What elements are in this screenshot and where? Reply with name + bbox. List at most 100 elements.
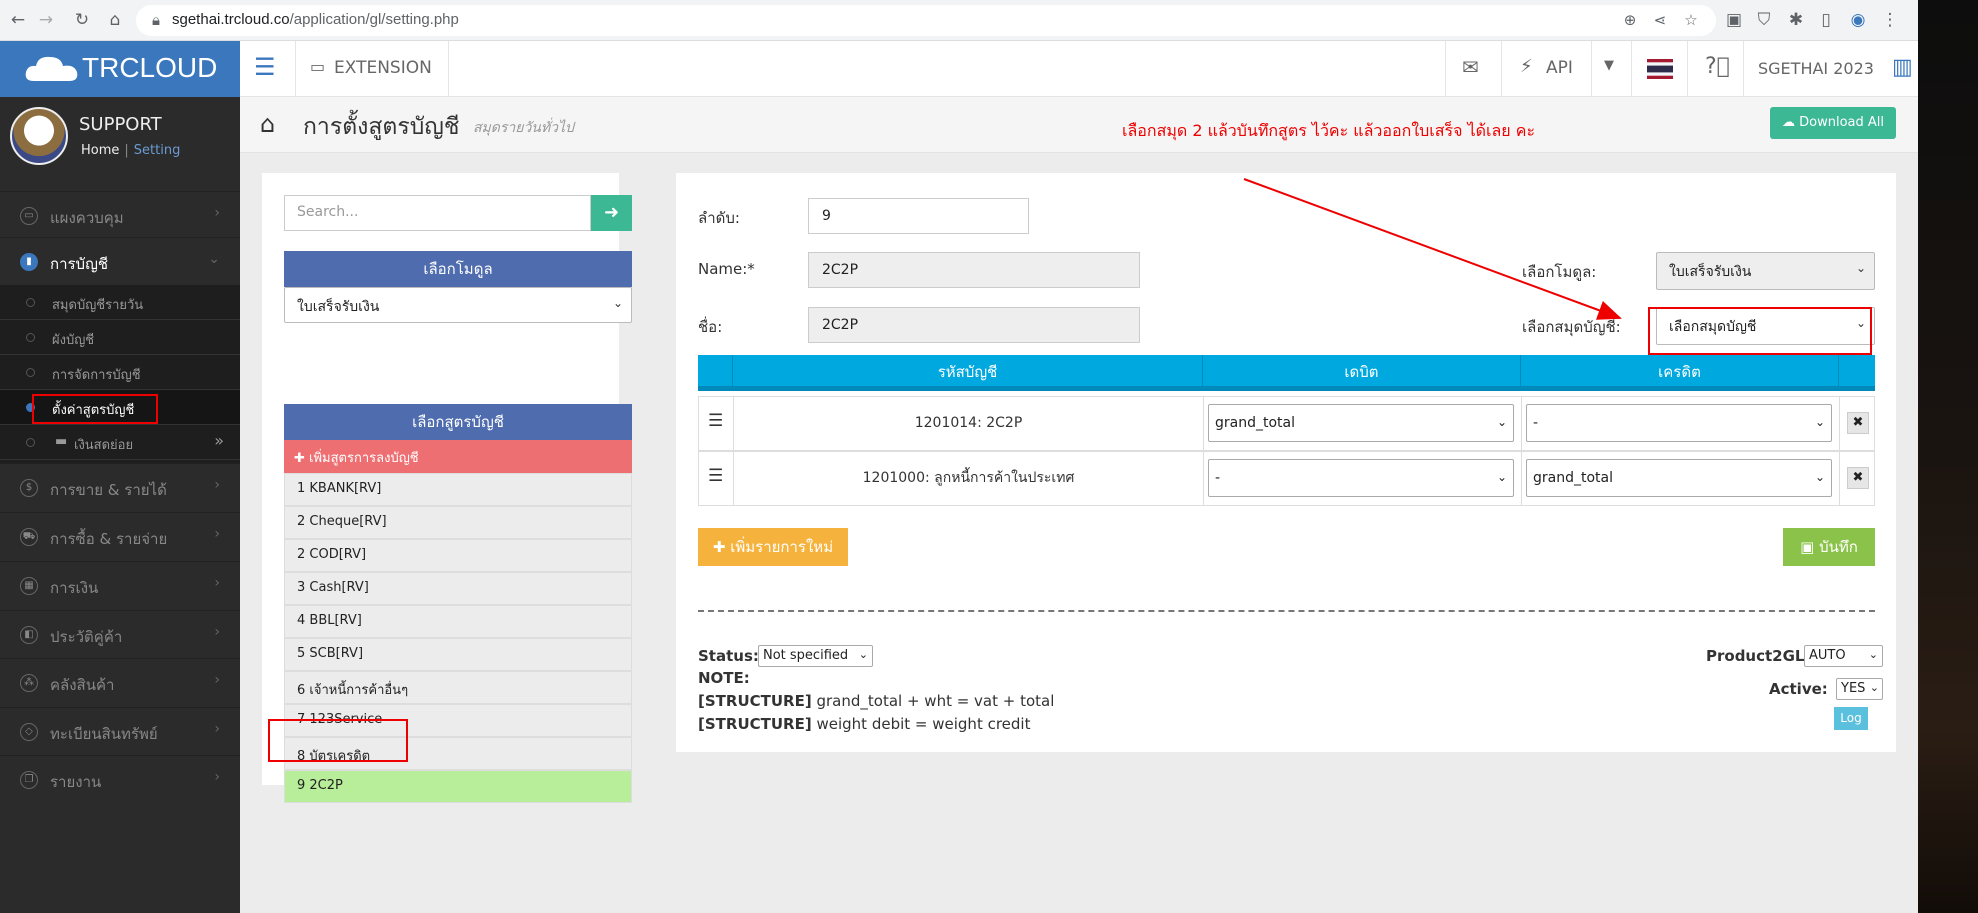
extension-label: EXTENSION bbox=[334, 58, 432, 78]
avatar[interactable] bbox=[10, 107, 68, 165]
menu-purchase[interactable]: ⛟ การซื้อ & รายจ่าย › bbox=[0, 512, 240, 560]
bookmark-star-icon[interactable]: ☆ bbox=[1679, 8, 1703, 32]
accounting-submenu: สมุดบัญชีรายวัน ผังบัญชี การจัดการบัญชี … bbox=[0, 285, 240, 463]
submenu-label: เงินสดย่อย bbox=[74, 438, 134, 453]
chevron-right-icon: › bbox=[214, 672, 220, 688]
book-icon: ▮ bbox=[20, 253, 38, 271]
api-button[interactable]: ⚡ API bbox=[1501, 41, 1591, 97]
brand-name: TRCLOUD bbox=[82, 52, 218, 83]
url-text: sgethai.trcloud.co/application/gl/settin… bbox=[172, 11, 459, 28]
extension-chat-icon[interactable]: ▣ bbox=[1722, 8, 1746, 32]
menu-label: ประวัติคู่ค้า bbox=[50, 628, 123, 646]
menu-accounting[interactable]: ▮ การบัญชี ⌄ bbox=[0, 237, 240, 285]
submenu-label: การจัดการบัญชี bbox=[52, 368, 141, 383]
submenu-chart-of-accounts[interactable]: ผังบัญชี bbox=[0, 320, 240, 355]
submenu-daily-journal[interactable]: สมุดบัญชีรายวัน bbox=[0, 285, 240, 320]
copy-icon: ❐ bbox=[20, 771, 38, 789]
extension-button[interactable]: ▭ EXTENSION bbox=[296, 41, 449, 97]
home-icon[interactable]: ⌂ bbox=[103, 8, 127, 32]
cloud-icon bbox=[25, 56, 78, 81]
reload-icon[interactable]: ↻ bbox=[70, 8, 94, 32]
home-link[interactable]: Home bbox=[81, 143, 119, 158]
chevron-right-icon: › bbox=[214, 769, 220, 785]
back-icon[interactable]: ← bbox=[6, 8, 30, 32]
profile-name: SUPPORT bbox=[79, 114, 162, 135]
chevron-right-icon: › bbox=[214, 575, 220, 591]
menu-reports[interactable]: ❐ รายงาน › bbox=[0, 755, 240, 803]
brand-logo[interactable]: TRCLOUD bbox=[0, 41, 240, 97]
profile-avatar-icon[interactable]: ◉ bbox=[1846, 8, 1870, 32]
main-content: ⌂ การตั้งสูตรบัญชี สมุดรายวันทั่วไป เลือ… bbox=[240, 97, 1918, 913]
chevron-down-icon: ⌄ bbox=[208, 251, 220, 267]
calendar-icon: ▦ bbox=[20, 577, 38, 595]
contact-icon: ◧ bbox=[20, 626, 38, 644]
bullet-icon bbox=[26, 368, 35, 377]
browser-toolbar: ← → ↻ ⌂ 🔒︎ sgethai.trcloud.co/applicatio… bbox=[0, 0, 1918, 41]
cubes-icon: ⁂ bbox=[20, 674, 38, 692]
lock-icon[interactable]: 🔒︎ bbox=[144, 8, 168, 32]
caret-down-icon: ▼ bbox=[1604, 58, 1614, 73]
help-button[interactable]: ?⃝ bbox=[1687, 41, 1743, 97]
menu-assets[interactable]: ◇ ทะเบียนสินทรัพย์ › bbox=[0, 707, 240, 755]
menu-inventory[interactable]: ⁂ คลังสินค้า › bbox=[0, 658, 240, 706]
profile-links: Home | Setting bbox=[81, 143, 180, 158]
dollar-icon: $ bbox=[20, 479, 38, 497]
bullet-icon bbox=[26, 298, 35, 307]
api-label: API bbox=[1546, 58, 1573, 78]
chevron-right-icon: › bbox=[214, 624, 220, 640]
menu-label: รายงาน bbox=[50, 773, 102, 791]
menu-label: การซื้อ & รายจ่าย bbox=[50, 530, 168, 548]
extension-shield-icon[interactable]: ⛉ bbox=[1752, 8, 1776, 32]
dropdown-button[interactable]: ▼ bbox=[1591, 41, 1631, 97]
zoom-icon[interactable]: ⊕ bbox=[1618, 8, 1642, 32]
desktop-background bbox=[1918, 0, 1978, 913]
share-icon[interactable]: ⋖ bbox=[1648, 8, 1672, 32]
cash-icon: ▬ bbox=[55, 434, 68, 449]
sidebar: TRCLOUD SUPPORT Home | Setting ▭ แผงควบคุม… bbox=[0, 41, 240, 913]
annotation-arrow bbox=[1243, 178, 1622, 320]
kebab-menu-icon[interactable]: ⋮ bbox=[1878, 8, 1902, 32]
hamburger-icon: ☰ bbox=[254, 53, 276, 81]
puzzle-icon[interactable]: ✱ bbox=[1784, 8, 1808, 32]
bullet-icon bbox=[26, 438, 35, 447]
menu-label: การขาย & รายได้ bbox=[50, 481, 167, 499]
address-bar[interactable]: 🔒︎ sgethai.trcloud.co/application/gl/set… bbox=[136, 5, 1716, 36]
setting-link[interactable]: Setting bbox=[134, 143, 181, 158]
mail-button[interactable]: ✉ bbox=[1445, 41, 1501, 97]
envelope-icon: ✉ bbox=[1462, 55, 1479, 79]
menu-dashboard[interactable]: ▭ แผงควบคุม › bbox=[0, 191, 240, 239]
sidepanel-icon[interactable]: ▯ bbox=[1814, 8, 1838, 32]
submenu-petty-cash[interactable]: เงินสดย่อย ▬ » bbox=[0, 425, 240, 460]
highlight-box-menu bbox=[32, 394, 158, 424]
url-host: sgethai.trcloud.co bbox=[172, 11, 290, 28]
chevron-right-icon: › bbox=[214, 526, 220, 542]
menu-label: แผงควบคุม bbox=[50, 209, 124, 227]
submenu-account-management[interactable]: การจัดการบัญชี bbox=[0, 355, 240, 390]
submenu-label: สมุดบัญชีรายวัน bbox=[52, 298, 144, 313]
monitor-icon: ▭ bbox=[20, 207, 38, 225]
top-navbar: ☰ ▭ EXTENSION ✉ ⚡ API ▼ ?⃝ SGETHAI 2023 … bbox=[240, 41, 1918, 97]
menu-label: การเงิน bbox=[50, 579, 99, 597]
url-path: /application/gl/setting.php bbox=[289, 11, 459, 28]
company-label: SGETHAI 2023 bbox=[1758, 59, 1874, 78]
menu-finance[interactable]: ▦ การเงิน › bbox=[0, 561, 240, 609]
diamond-icon: ◇ bbox=[20, 723, 38, 741]
cart-icon: ⛟ bbox=[20, 528, 38, 546]
submenu-label: ผังบัญชี bbox=[52, 333, 95, 348]
building-icon: ▥ bbox=[1892, 55, 1913, 80]
menu-contacts[interactable]: ◧ ประวัติคู่ค้า › bbox=[0, 610, 240, 658]
company-selector[interactable]: SGETHAI 2023 ▥ bbox=[1743, 41, 1918, 97]
chevron-right-icon: › bbox=[214, 721, 220, 737]
profile-separator: | bbox=[124, 143, 129, 158]
hamburger-button[interactable]: ☰ bbox=[240, 41, 296, 97]
chevron-right-icon: › bbox=[214, 477, 220, 493]
double-chevron-icon: » bbox=[214, 431, 224, 450]
desktop-icon: ▭ bbox=[310, 57, 326, 76]
bullet-icon bbox=[26, 333, 35, 342]
question-icon: ?⃝ bbox=[1705, 54, 1730, 79]
menu-label: ทะเบียนสินทรัพย์ bbox=[50, 725, 158, 743]
language-button[interactable] bbox=[1631, 41, 1687, 97]
menu-sales[interactable]: $ การขาย & รายได้ › bbox=[0, 463, 240, 511]
chevron-right-icon: › bbox=[214, 205, 220, 221]
forward-icon[interactable]: → bbox=[34, 8, 58, 32]
